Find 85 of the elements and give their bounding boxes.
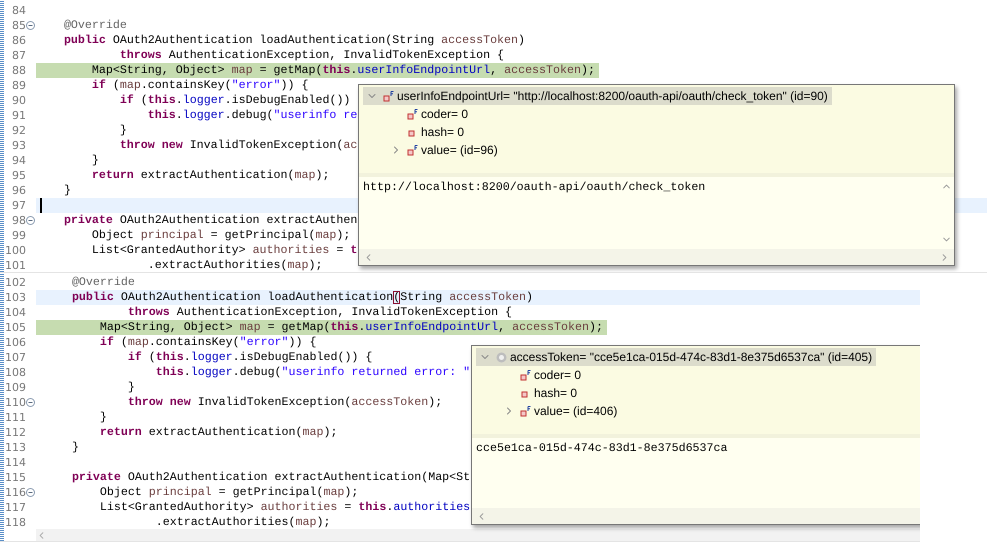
- line-number: 88: [12, 63, 26, 78]
- code-line: return extractAuthentication(map);: [98, 425, 338, 440]
- line-number: 116: [5, 485, 26, 500]
- line-number: 99: [12, 228, 26, 243]
- code-line: private OAuth2Authentication extractAuthentication(Map<St: [70, 470, 472, 485]
- final-field-icon: [520, 406, 531, 416]
- final-field-icon: [407, 144, 418, 156]
- code-line: }: [90, 153, 100, 168]
- tree-item[interactable]: accessToken= "cce5e1ca-015d-474c-83d1-8e375d6537ca" (id=405): [476, 348, 876, 366]
- horizontal-scrollbar[interactable]: [472, 508, 920, 524]
- line-number: 94: [12, 153, 26, 168]
- code-line: List<GrantedAuthority> authorities = t: [90, 243, 358, 258]
- tree-item[interactable]: hash= 0: [363, 123, 468, 141]
- code-line: }: [62, 183, 72, 198]
- value-detail-text: cce5e1ca-015d-474c-83d1-8e375d6537ca: [475, 441, 728, 457]
- code-line: Object principal = getPrincipal(map);: [90, 228, 352, 243]
- line-number: 109: [5, 380, 26, 395]
- code-line: public OAuth2Authentication loadAuthentication(String accessToken): [70, 290, 534, 305]
- tree-item[interactable]: userInfoEndpointUrl= "http://localhost:8200/oauth-api/oauth/check_token" (id=90): [363, 87, 832, 105]
- line-number: 95: [12, 168, 26, 183]
- line-number: 97: [12, 198, 26, 213]
- code-line: Object principal = getPrincipal(map);: [98, 485, 360, 500]
- line-number: 118: [5, 515, 26, 530]
- line-number: 117: [5, 500, 26, 515]
- code-line: private OAuth2Authentication extractAuthen: [62, 213, 358, 228]
- text-cursor: [40, 198, 42, 213]
- line-number: 96: [12, 183, 26, 198]
- line-number: 93: [12, 138, 26, 153]
- line-number: 111: [5, 410, 26, 425]
- code-line: throws AuthenticationException, InvalidTokenException {: [118, 48, 506, 63]
- code-line: .extractAuthorities(map);: [154, 515, 332, 530]
- line-number: 101: [5, 258, 26, 272]
- line-number: 112: [5, 425, 26, 440]
- tree-item[interactable]: value= (id=96): [363, 141, 502, 159]
- code-line: }: [118, 123, 128, 138]
- code-line: this.logger.debug("userinfo returned error: ": [154, 365, 472, 380]
- line-number: 92: [12, 123, 26, 138]
- code-line: }: [70, 440, 80, 455]
- code-line: return extractAuthentication(map);: [90, 168, 330, 183]
- code-line: if (map.containsKey("error")) {: [98, 335, 318, 350]
- code-line: @Override: [70, 275, 136, 290]
- code-line: throw new InvalidTokenException(ac: [118, 138, 358, 153]
- code-line: if (map.containsKey("error")) {: [90, 78, 310, 93]
- line-number: 106: [5, 335, 26, 350]
- line-number: 107: [5, 350, 26, 365]
- tree-item[interactable]: coder= 0: [363, 105, 472, 123]
- final-field-icon: [383, 90, 394, 102]
- line-number: 91: [12, 108, 26, 123]
- local-variable-icon: [496, 352, 507, 362]
- line-number: 105: [5, 320, 26, 335]
- line-number: 89: [12, 78, 26, 93]
- line-number: 84: [12, 3, 26, 18]
- code-line: this.logger.debug("userinfo re: [146, 108, 358, 123]
- line-number: 87: [12, 48, 26, 63]
- line-number: 104: [5, 305, 26, 320]
- code-line: .extractAuthorities(map);: [146, 258, 324, 272]
- line-number: 115: [5, 470, 26, 485]
- code-line: if (this.logger.isDebugEnabled()) {: [126, 350, 374, 365]
- line-number: 85: [12, 18, 26, 33]
- line-number: 113: [5, 440, 26, 455]
- code-line: throw new InvalidTokenException(accessToken);: [126, 395, 444, 410]
- horizontal-scrollbar[interactable]: [36, 529, 920, 541]
- line-number: 110: [5, 395, 26, 410]
- code-line: }: [126, 380, 136, 395]
- value-detail-text: http://localhost:8200/oauth-api/oauth/check_token: [362, 180, 706, 196]
- line-number: 114: [5, 455, 26, 470]
- line-number: 103: [5, 290, 26, 305]
- code-line: throws AuthenticationException, InvalidTokenException {: [126, 305, 514, 320]
- line-number: 108: [5, 365, 26, 380]
- line-number: 102: [5, 275, 26, 290]
- line-number: 90: [12, 93, 26, 108]
- tree-item[interactable]: value= (id=406): [476, 402, 622, 420]
- final-field-icon: [520, 370, 531, 380]
- code-line: @Override: [62, 18, 128, 33]
- line-number: 100: [5, 243, 26, 258]
- line-number: 98: [12, 213, 26, 228]
- code-line: if (this.logger.isDebugEnabled()): [118, 93, 352, 108]
- line-number: 86: [12, 33, 26, 48]
- final-field-icon: [407, 108, 418, 120]
- tree-item[interactable]: coder= 0: [476, 366, 586, 384]
- tree-item[interactable]: hash= 0: [476, 384, 582, 402]
- code-line: }: [98, 410, 108, 425]
- code-line: List<GrantedAuthority> authorities = this.authorities: [98, 500, 472, 515]
- code-line: public OAuth2Authentication loadAuthentication(String accessToken): [62, 33, 526, 48]
- horizontal-scrollbar[interactable]: [359, 249, 954, 265]
